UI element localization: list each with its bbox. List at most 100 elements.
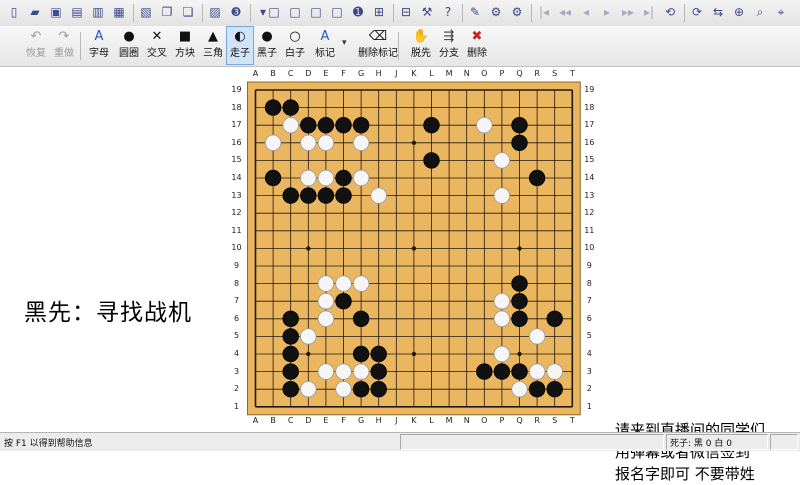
checkin-notice: 请来到直播间的同学们 用弹幕或者微信签到 报名字即可 不要带姓 <box>615 419 765 485</box>
notice-line-3: 报名字即可 不要带姓 <box>615 465 755 483</box>
first-move-icon[interactable]: |◂ <box>536 4 552 20</box>
prev-move-icon[interactable]: ◂ <box>578 4 594 20</box>
white-button[interactable]: ○ 白子 <box>282 27 308 64</box>
black-stone <box>370 345 387 363</box>
new-file-icon[interactable]: ▯ <box>6 4 22 20</box>
branch-icon: ⇶ <box>443 29 455 44</box>
zoom-icon[interactable]: ⊕ <box>731 4 747 20</box>
mark-button[interactable]: A 标记 <box>312 27 338 64</box>
white-stone <box>317 310 335 328</box>
find-icon[interactable]: ⌖ <box>773 4 789 20</box>
black-stone <box>300 187 317 204</box>
white-stone <box>317 134 335 152</box>
print-icon[interactable]: ▥ <box>90 4 106 20</box>
black-stone <box>352 117 370 134</box>
image-export-icon[interactable]: ▧ <box>138 4 154 20</box>
undo-button[interactable]: ↶ 恢复 <box>24 27 48 64</box>
move-icon: ◐ <box>234 29 246 44</box>
black-stone <box>282 328 299 345</box>
toolbar-button-label: 三角 <box>203 48 223 59</box>
toolbar-separator <box>133 4 134 22</box>
cross-button[interactable]: ✕ 交叉 <box>144 27 170 64</box>
move-button[interactable]: ◐ 走子 <box>226 26 254 65</box>
save-icon[interactable]: ▣ <box>48 4 64 20</box>
erase-marks-button[interactable]: ⌫ 删除标记 <box>356 27 400 64</box>
black-stone <box>493 363 511 380</box>
delete-button[interactable]: ✖ 删除 <box>464 27 490 64</box>
rotate-left-icon[interactable]: ⟲ <box>662 4 678 20</box>
redo-icon: ↷ <box>58 29 70 44</box>
save-as-icon[interactable]: ▤ <box>69 4 85 20</box>
next-move-icon[interactable]: ▸ <box>599 4 615 20</box>
black-stone <box>282 363 299 380</box>
toolbar-button-label: 标记 <box>315 48 335 59</box>
tools-icon[interactable]: ⚒ <box>419 4 435 20</box>
status-bar: 按 F1 以得到帮助信息 死子: 黑 0 白 0 <box>0 432 800 451</box>
toolbar-button-label: 黑子 <box>257 48 277 59</box>
brush-icon[interactable]: ✎ <box>467 4 483 20</box>
last-move-icon[interactable]: ▸| <box>641 4 657 20</box>
rotate-right-icon[interactable]: ⟳ <box>689 4 705 20</box>
board-view-3-icon[interactable]: □ <box>308 4 324 20</box>
toolbar-separator <box>398 32 399 60</box>
delete-icon: ✖ <box>471 29 483 44</box>
branch-button[interactable]: ⇶ 分支 <box>436 27 462 64</box>
star-point <box>306 351 311 357</box>
open-folder-icon[interactable]: ▰ <box>27 4 43 20</box>
move-number-icon[interactable]: ➊ <box>350 4 366 20</box>
black-stone <box>546 381 563 398</box>
tree-view-icon[interactable]: ⊟ <box>398 4 414 20</box>
black-stone <box>423 152 440 169</box>
board-view-4-icon[interactable]: □ <box>329 4 345 20</box>
black-stone <box>335 117 352 134</box>
board-area: A A B B C C D D E E F F G G H H J J K K L L M M N N O O P P Q Q R R S S T T 19… <box>0 67 800 483</box>
black-stone <box>511 117 528 134</box>
board-view-2-icon[interactable]: □ <box>287 4 303 20</box>
go-board[interactable] <box>0 67 800 432</box>
undo-icon: ↶ <box>30 29 42 44</box>
next-branch-icon[interactable]: ▸▸ <box>620 4 636 20</box>
gear-icon[interactable]: ⚙ <box>509 4 525 20</box>
toolbar-separator <box>684 4 685 22</box>
toolbar-separator <box>393 4 394 22</box>
toolbar-separator <box>202 4 203 22</box>
toolbar-separator <box>250 4 251 22</box>
stone-color-icon[interactable]: ❸ <box>228 4 244 20</box>
black-button[interactable]: ● 黑子 <box>254 27 280 64</box>
prev-branch-icon[interactable]: ◂◂ <box>557 4 573 20</box>
pass-button[interactable]: ✋ 脱先 <box>408 27 434 64</box>
circle-button[interactable]: ● 圆圈 <box>116 27 142 64</box>
board-view-1-icon[interactable]: □ <box>266 4 282 20</box>
white-stone <box>335 363 352 380</box>
mark-dropdown-icon[interactable]: ▾ <box>342 38 347 48</box>
triangle-button[interactable]: ▲ 三角 <box>200 27 226 64</box>
library-icon[interactable]: ▨ <box>207 4 223 20</box>
flip-icon[interactable]: ⇆ <box>710 4 726 20</box>
square-button[interactable]: ■ 方块 <box>172 27 198 64</box>
print-preview-icon[interactable]: ▦ <box>111 4 127 20</box>
search-icon[interactable]: ⌕ <box>752 4 768 20</box>
black-stone <box>264 99 282 116</box>
settings-icon[interactable]: ⚙ <box>488 4 504 20</box>
paste-icon[interactable]: ❏ <box>180 4 196 20</box>
toolbar-button-label: 字母 <box>89 48 109 59</box>
black-stone <box>352 381 370 398</box>
black-stone <box>370 363 387 380</box>
star-point <box>517 246 522 251</box>
copy-icon[interactable]: ❐ <box>159 4 175 20</box>
white-stone <box>335 381 352 398</box>
black-stone <box>300 117 317 134</box>
white-stone <box>317 363 335 380</box>
letter-button[interactable]: A 字母 <box>86 27 112 64</box>
white-stone <box>493 152 511 169</box>
white-stone <box>528 363 546 380</box>
white-stone <box>493 345 511 363</box>
toolbar-button-label: 分支 <box>439 48 459 59</box>
toolbar-button-label: 交叉 <box>147 48 167 59</box>
grid-view-icon[interactable]: ⊞ <box>371 4 387 20</box>
main-toolbar: ▯ ▰ ▣ ▤ ▥ ▦ ▧ ❐ ❏ ▨ ❸ ▾ □ □ □ □ ➊ ⊞ ⊟ ⚒? ✎ ⚙ ⚙ |◂ ◂◂ ◂ ▸ ▸▸ ▸| ⟲ ⟳ ⇆ ⊕ ⌕ ⌖ <box>0 0 800 27</box>
black-stone <box>511 275 528 292</box>
black-stone <box>511 310 528 328</box>
question-icon[interactable]: ? <box>440 4 456 20</box>
redo-button[interactable]: ↷ 重做 <box>52 27 76 64</box>
